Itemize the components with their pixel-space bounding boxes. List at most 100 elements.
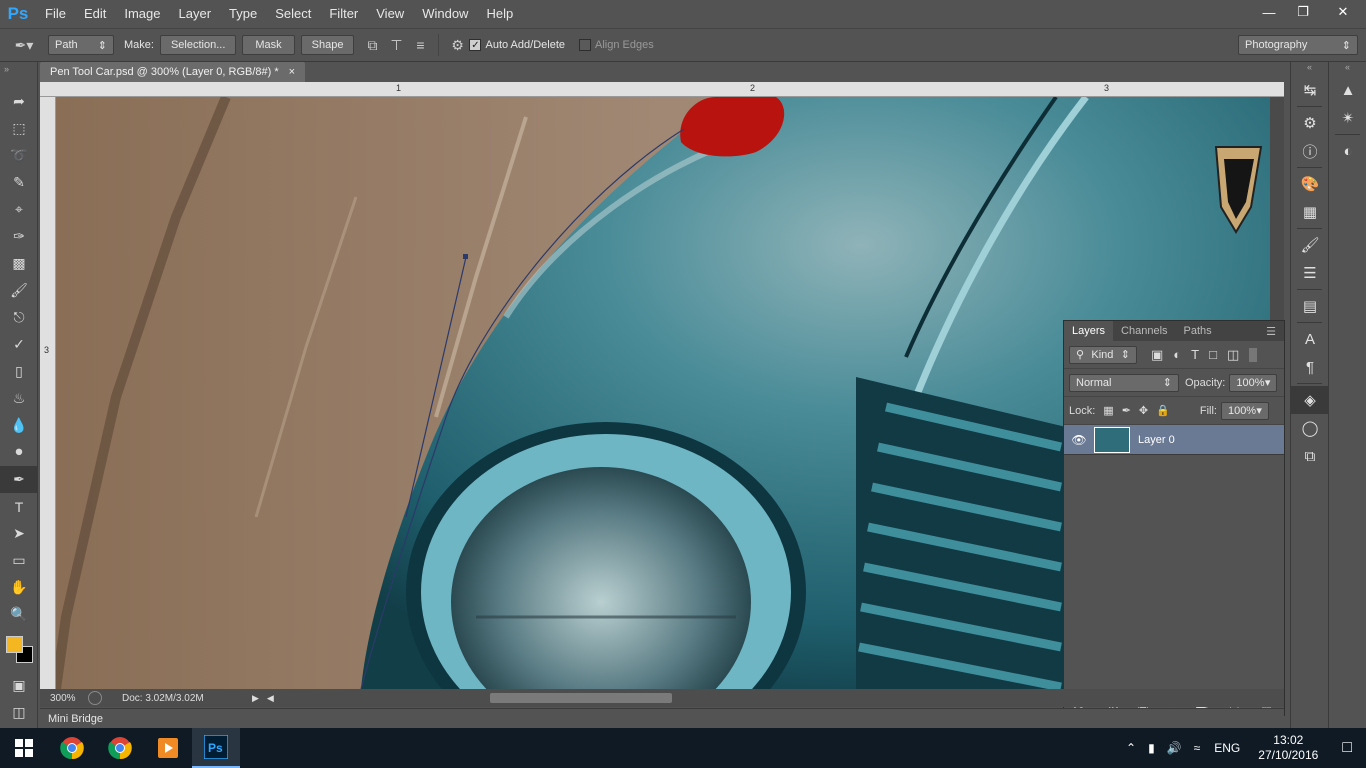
workspace-select[interactable]: Photography ⇕ <box>1238 35 1358 55</box>
menu-view[interactable]: View <box>367 0 413 28</box>
lock-image-icon[interactable]: ✒ <box>1122 404 1131 417</box>
volume-icon[interactable]: 🔊 <box>1161 741 1188 755</box>
zoom-tool-icon[interactable]: 🔍 <box>0 601 38 628</box>
pen-tool-icon[interactable]: ✒ <box>0 466 38 493</box>
auto-add-delete-checkbox[interactable]: ✓ <box>469 39 482 51</box>
photoshop-taskbar-icon[interactable]: Ps <box>192 728 240 768</box>
hand-tool-icon[interactable]: ✋ <box>0 574 38 601</box>
fill-field[interactable]: 100% ▾ <box>1220 401 1269 420</box>
paragraph-icon[interactable]: ¶ <box>1291 353 1329 381</box>
brushes-icon[interactable]: 🖌 <box>1291 231 1329 259</box>
menu-window[interactable]: Window <box>413 0 477 28</box>
path-selection-tool-icon[interactable]: ➤ <box>0 520 38 547</box>
foreground-color-swatch[interactable] <box>6 636 23 653</box>
quick-selection-tool-icon[interactable]: ✎ <box>0 169 38 196</box>
panel-menu-icon[interactable]: ☰ <box>1258 321 1284 341</box>
opacity-field[interactable]: 100% ▾ <box>1229 373 1278 392</box>
brush-tool-icon[interactable]: 🖌 <box>0 277 38 304</box>
zoom-level[interactable]: 300% <box>40 693 88 704</box>
eye-icon[interactable]: 👁 <box>1064 433 1094 447</box>
dropdown-arrow-icon[interactable]: ▾ <box>1265 376 1271 389</box>
panel-collapse-icon[interactable]: « <box>1291 62 1328 76</box>
channels-icon[interactable]: ◯ <box>1291 414 1329 442</box>
panel-collapse-icon[interactable]: » <box>0 62 37 88</box>
info-icon[interactable]: ⓘ <box>1291 137 1329 165</box>
path-operations-icon[interactable]: ⧉ <box>360 33 384 57</box>
panel-collapse-icon[interactable]: « <box>1329 62 1366 76</box>
menu-file[interactable]: File <box>36 0 75 28</box>
tab-paths[interactable]: Paths <box>1176 321 1220 341</box>
mini-bridge-tab[interactable]: Mini Bridge <box>40 708 1284 728</box>
dropdown-arrow-icon[interactable]: ▾ <box>1256 404 1262 417</box>
menu-select[interactable]: Select <box>266 0 320 28</box>
tool-mode-select[interactable]: Path ⇕ <box>48 35 114 55</box>
align-edges-checkbox[interactable] <box>579 39 591 51</box>
close-tab-icon[interactable]: × <box>289 66 295 78</box>
gear-icon[interactable]: ⚙ <box>445 33 469 57</box>
status-info-icon[interactable] <box>88 691 102 705</box>
menu-help[interactable]: Help <box>477 0 522 28</box>
menu-type[interactable]: Type <box>220 0 266 28</box>
history-brush-tool-icon[interactable]: ✓ <box>0 331 38 358</box>
minimize-button[interactable]: — <box>1252 0 1286 24</box>
blur-tool-icon[interactable]: 💧 <box>0 412 38 439</box>
screen-mode-icon[interactable]: ◫ <box>0 699 38 726</box>
filter-pixel-icon[interactable]: ▣ <box>1151 347 1163 363</box>
make-selection-button[interactable]: Selection... <box>159 35 237 55</box>
history-icon[interactable]: ↹ <box>1291 76 1329 104</box>
tray-chevron-icon[interactable]: ⌃ <box>1120 741 1142 755</box>
paint-bucket-tool-icon[interactable]: ♨ <box>0 385 38 412</box>
brush-presets-icon[interactable]: ☰ <box>1291 259 1329 287</box>
spot-healing-tool-icon[interactable]: ▩ <box>0 250 38 277</box>
path-alignment-icon[interactable]: ⊤ <box>384 33 408 57</box>
make-shape-button[interactable]: Shape <box>300 35 355 55</box>
clock[interactable]: 13:02 27/10/2016 <box>1248 733 1328 763</box>
lasso-tool-icon[interactable]: ➰ <box>0 142 38 169</box>
media-player-icon[interactable] <box>144 728 192 768</box>
battery-icon[interactable]: ▮ <box>1142 741 1161 755</box>
dodge-tool-icon[interactable]: ⚫ <box>0 439 38 466</box>
chrome-icon-2[interactable] <box>96 728 144 768</box>
close-button[interactable]: ✕ <box>1320 0 1366 24</box>
properties-icon[interactable]: ⚙ <box>1291 109 1329 137</box>
type-tool-icon[interactable]: T <box>0 493 38 520</box>
swatches-icon[interactable]: ▦ <box>1291 198 1329 226</box>
document-tab[interactable]: Pen Tool Car.psd @ 300% (Layer 0, RGB/8#… <box>40 62 306 82</box>
path-arrangement-icon[interactable]: ≡ <box>408 33 432 57</box>
notifications-icon[interactable]: □ <box>1328 739 1366 757</box>
paths-icon[interactable]: ⧉ <box>1291 442 1329 470</box>
blend-mode-select[interactable]: Normal ⇕ <box>1069 373 1179 392</box>
histogram-icon[interactable]: ▲ <box>1329 76 1366 104</box>
horizontal-scrollbar-thumb[interactable] <box>490 693 672 703</box>
scroll-left-arrow-icon[interactable]: ◀ <box>267 693 274 704</box>
restore-button[interactable]: ❐ <box>1286 0 1320 24</box>
navigator-icon[interactable]: ✴ <box>1329 104 1366 132</box>
menu-image[interactable]: Image <box>115 0 169 28</box>
filter-smart-object-icon[interactable]: ◫ <box>1227 347 1239 363</box>
tool-presets-icon[interactable]: ▤ <box>1291 292 1329 320</box>
filter-shape-icon[interactable]: □ <box>1209 347 1217 362</box>
layer-row[interactable]: 👁 Layer 0 <box>1064 425 1284 455</box>
language-indicator[interactable]: ENG <box>1206 741 1248 755</box>
filter-kind-select[interactable]: ⚲ Kind ⇕ <box>1069 345 1137 364</box>
menu-edit[interactable]: Edit <box>75 0 115 28</box>
filter-adjustment-icon[interactable]: ◐ <box>1173 347 1181 362</box>
windows-start-icon[interactable] <box>0 728 48 768</box>
color-icon[interactable]: 🎨 <box>1291 170 1329 198</box>
eyedropper-tool-icon[interactable]: ✑ <box>0 223 38 250</box>
clone-stamp-tool-icon[interactable]: ⎋ <box>0 304 38 331</box>
lock-position-icon[interactable]: ✥ <box>1139 404 1148 417</box>
make-mask-button[interactable]: Mask <box>242 35 295 55</box>
filter-toggle[interactable] <box>1249 347 1258 362</box>
lock-all-icon[interactable]: 🔒 <box>1156 404 1170 417</box>
status-menu-arrow-icon[interactable]: ▶ <box>252 693 259 704</box>
menu-layer[interactable]: Layer <box>170 0 221 28</box>
marquee-tool-icon[interactable]: ⬚ <box>0 115 38 142</box>
menu-filter[interactable]: Filter <box>320 0 367 28</box>
adjustments-icon[interactable]: ◐ <box>1329 137 1366 165</box>
layers-icon[interactable]: ◈ <box>1291 386 1329 414</box>
character-icon[interactable]: A <box>1291 325 1329 353</box>
crop-tool-icon[interactable]: ⌖ <box>0 196 38 223</box>
rectangle-tool-icon[interactable]: ▭ <box>0 547 38 574</box>
tab-layers[interactable]: Layers <box>1064 321 1114 341</box>
